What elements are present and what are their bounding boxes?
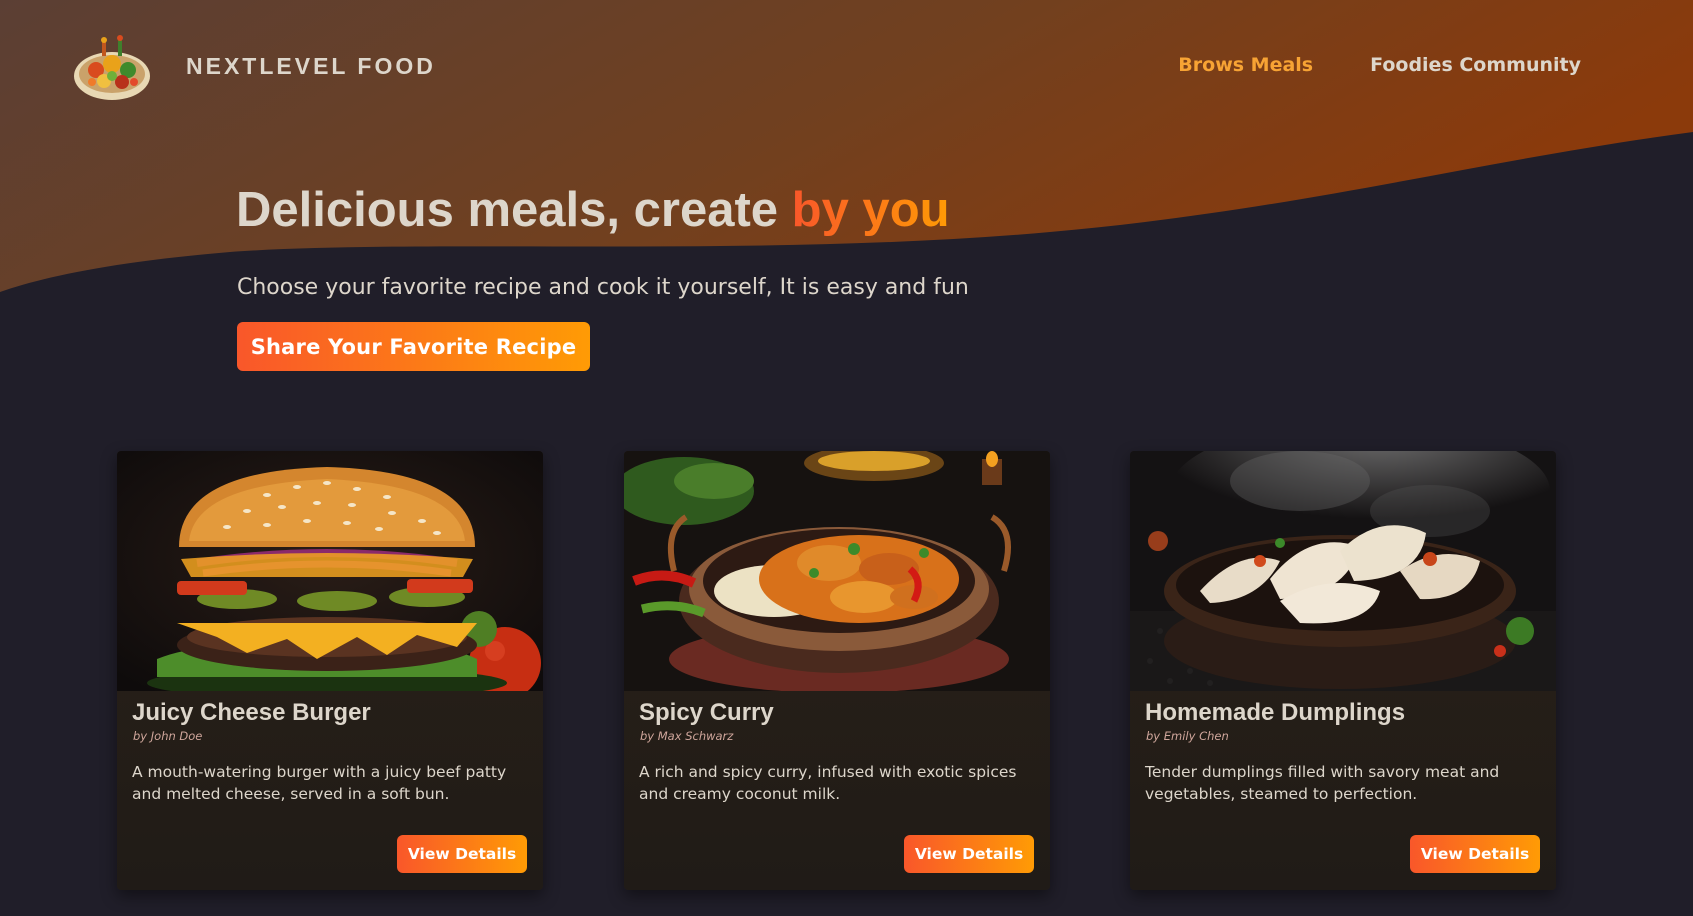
meal-author: by Emily Chen [1146, 729, 1229, 743]
meal-author: by John Doe [133, 729, 203, 743]
meal-description: Tender dumplings filled with savory meat… [1145, 763, 1500, 803]
logo-link[interactable]: NEXTLEVEL FOOD [72, 26, 436, 106]
view-details-button[interactable]: View Details [397, 835, 527, 873]
meal-author: by Max Schwarz [640, 729, 734, 743]
share-recipe-button[interactable]: Share Your Favorite Recipe [237, 322, 590, 371]
meal-description: A mouth-watering burger with a juicy bee… [132, 763, 507, 803]
burger-photo [117, 451, 543, 691]
hero-title-accent: by you [791, 183, 950, 237]
meal-card-dumplings: Homemade Dumplings by Emily Chen Tender … [1130, 451, 1556, 890]
page: NEXTLEVEL FOOD Brows Meals Foodies Commu… [0, 0, 1693, 916]
nav-browse-meals[interactable]: Brows Meals [1178, 54, 1313, 76]
meal-title: Spicy Curry [639, 699, 774, 726]
meal-card-curry: Spicy Curry by Max Schwarz A rich and sp… [624, 451, 1050, 890]
meal-title: Juicy Cheese Burger [132, 699, 371, 726]
dumplings-photo [1130, 451, 1556, 691]
hero-subtitle: Choose your favorite recipe and cook it … [237, 275, 969, 300]
nav-foodies-community[interactable]: Foodies Community [1370, 54, 1581, 76]
view-details-button[interactable]: View Details [904, 835, 1034, 873]
hero-title-main: Delicious meals, create [236, 183, 792, 237]
main-nav: Brows Meals Foodies Community [1178, 54, 1581, 76]
curry-photo [624, 451, 1050, 691]
logo-food-plate-icon [74, 35, 150, 100]
view-details-button[interactable]: View Details [1410, 835, 1540, 873]
meal-description: A rich and spicy curry, infused with exo… [639, 763, 1017, 803]
meal-card-burger: Juicy Cheese Burger by John Doe A mouth-… [117, 451, 543, 890]
logo-text: NEXTLEVEL FOOD [186, 52, 436, 79]
meal-title: Homemade Dumplings [1145, 699, 1406, 726]
hero-title: Delicious meals, create by you [236, 182, 950, 238]
